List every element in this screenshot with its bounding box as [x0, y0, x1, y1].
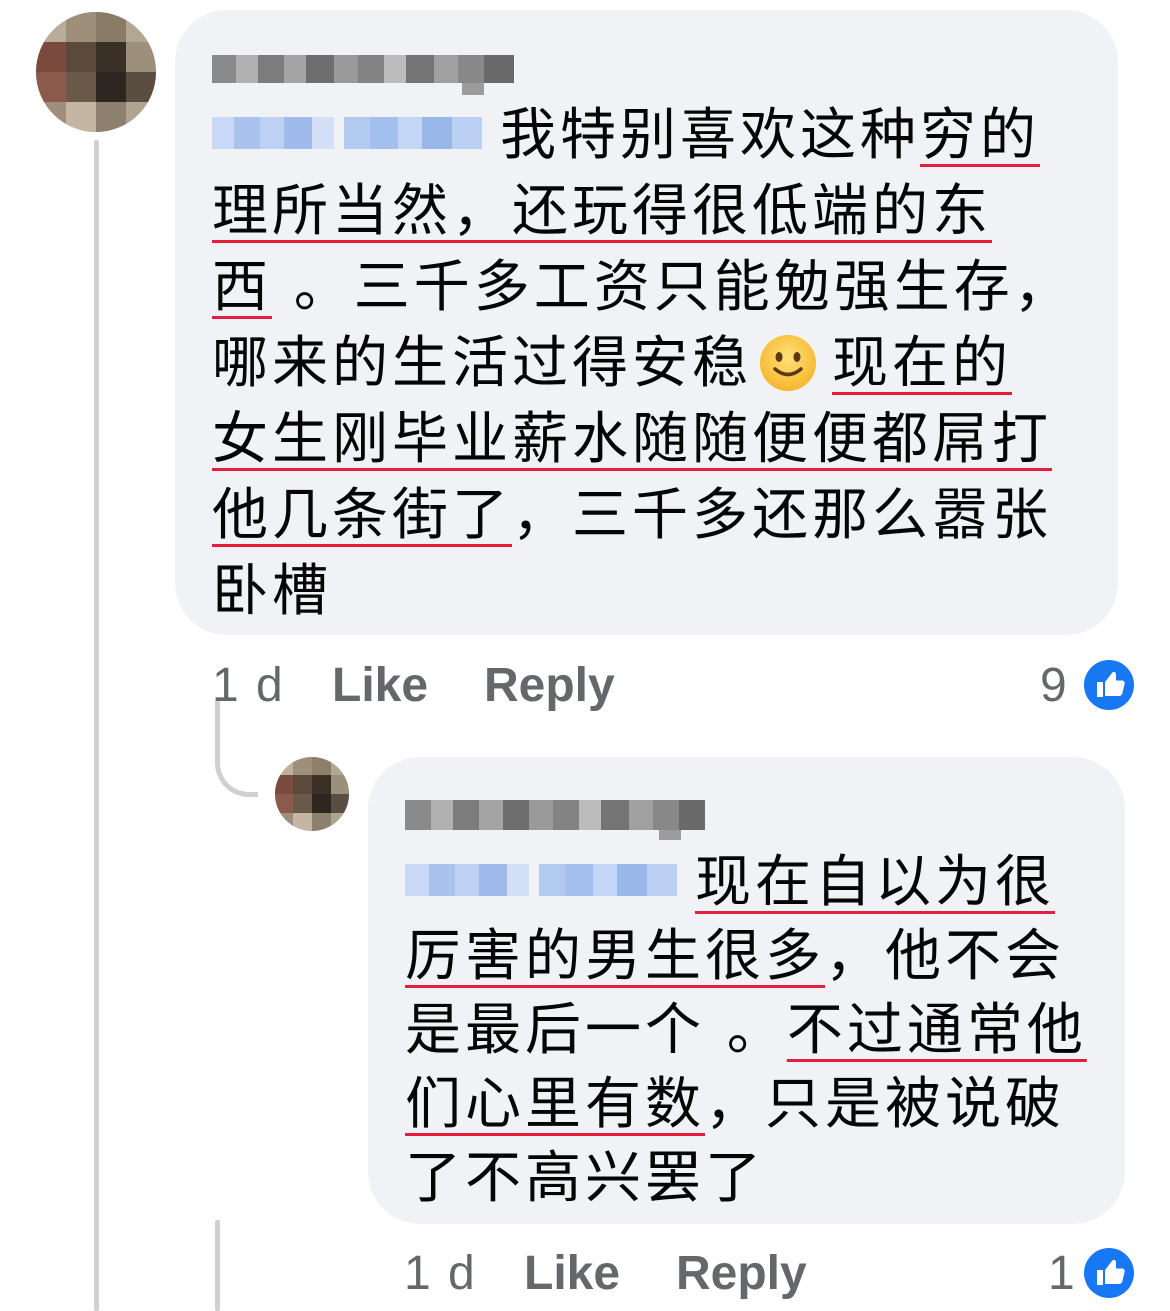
comment-text-line: 我特别喜欢这种穷的 — [212, 100, 1040, 172]
reaction-count: 9 — [1040, 659, 1067, 712]
comment-bubble: 我特别喜欢这种穷的 理所当然，还玩得很低端的东 西 。三千多工资只能勉强生存， … — [175, 10, 1118, 635]
reply-text-seg-underlined: 现在自以为很 — [695, 850, 1055, 915]
slightly-smiling-face-icon — [758, 333, 818, 393]
comment-actions: 1 d Like Reply — [212, 656, 712, 716]
reply-button[interactable]: Reply — [676, 1244, 807, 1304]
comment-avatar[interactable] — [36, 12, 156, 132]
reply-reactions[interactable]: 1 — [1040, 1244, 1140, 1304]
comment-text-line: 女生刚毕业薪水随随便便都屌打 — [212, 404, 1052, 476]
reaction-count: 1 — [1048, 1247, 1075, 1300]
reply-thread-curve — [215, 728, 258, 797]
comment-text-seg: ，三千多还那么嚣张 — [512, 483, 1052, 548]
like-button[interactable]: Like — [524, 1244, 620, 1304]
mention-tag[interactable] — [212, 113, 482, 153]
comment-text-seg-underlined: 西 — [212, 255, 272, 320]
comment-text-line: 他几条街了，三千多还那么嚣张 — [212, 480, 1052, 552]
comment-text-seg-underlined: 女生刚毕业薪水随随便便都屌打 — [212, 407, 1052, 472]
comment-text-seg-underlined: 理所当然，还玩得很低端的东 — [212, 179, 992, 244]
reply-author-name[interactable] — [405, 792, 705, 840]
reply-text-seg: ，只是被说破 — [705, 1072, 1065, 1137]
reply-text-seg: ，他不会 — [825, 924, 1065, 989]
reply-text-line: 是最后一个 。不过通常他 — [405, 995, 1087, 1067]
reply-text-seg-underlined: 厉害的男生很多 — [405, 924, 825, 989]
comment-text-seg: 。三千多工资只能勉强生存， — [272, 255, 1074, 320]
comment-text-line: 卧槽 — [212, 556, 332, 628]
reply-button[interactable]: Reply — [484, 656, 615, 716]
reply-text-seg-underlined: 不过通常他 — [786, 998, 1087, 1063]
comment-text-line: 西 。三千多工资只能勉强生存， — [212, 252, 1074, 324]
comment-timestamp[interactable]: 1 d — [212, 656, 285, 716]
comment-text-seg: 我特别喜欢这种 — [500, 103, 920, 168]
reply-text-seg-underlined: 们心里有数 — [405, 1072, 705, 1137]
comment-text-seg-underlined: 他几条街了 — [212, 483, 512, 548]
reply-thread-line-lower — [215, 1220, 220, 1311]
reply-bubble: 现在自以为很 厉害的男生很多，他不会 是最后一个 。不过通常他 们心里有数，只是… — [368, 757, 1125, 1224]
comment-text-seg-underlined: 穷的 — [920, 103, 1040, 168]
reply-text-line: 厉害的男生很多，他不会 — [405, 921, 1065, 993]
like-icon — [1084, 1248, 1134, 1298]
thread-line — [94, 140, 99, 1311]
reply-text-seg: 是最后一个 。 — [405, 998, 787, 1063]
comment-text-seg-underlined: 现在的 — [832, 331, 1012, 396]
comment-text-line: 理所当然，还玩得很低端的东 — [212, 176, 992, 248]
reply-text-line: 了不高兴罢了 — [405, 1143, 765, 1215]
like-icon — [1084, 660, 1134, 710]
comment-text-line: 哪来的生活过得安稳 现在的 — [212, 328, 1012, 400]
reply-actions: 1 d Like Reply — [404, 1244, 904, 1304]
like-button[interactable]: Like — [332, 656, 428, 716]
reply-timestamp[interactable]: 1 d — [404, 1244, 477, 1304]
comment-author-name[interactable] — [212, 45, 517, 95]
reply-text-line: 们心里有数，只是被说破 — [405, 1069, 1065, 1141]
reply-text-line: 现在自以为很 — [405, 847, 1055, 919]
comment-text-seg: 卧槽 — [212, 559, 332, 624]
comment-text-seg: 哪来的生活过得安稳 — [212, 331, 752, 396]
reply-text-seg: 了不高兴罢了 — [405, 1146, 765, 1211]
reply-avatar[interactable] — [275, 757, 349, 831]
mention-tag[interactable] — [405, 860, 677, 900]
comment-reactions[interactable]: 9 — [1036, 656, 1136, 716]
